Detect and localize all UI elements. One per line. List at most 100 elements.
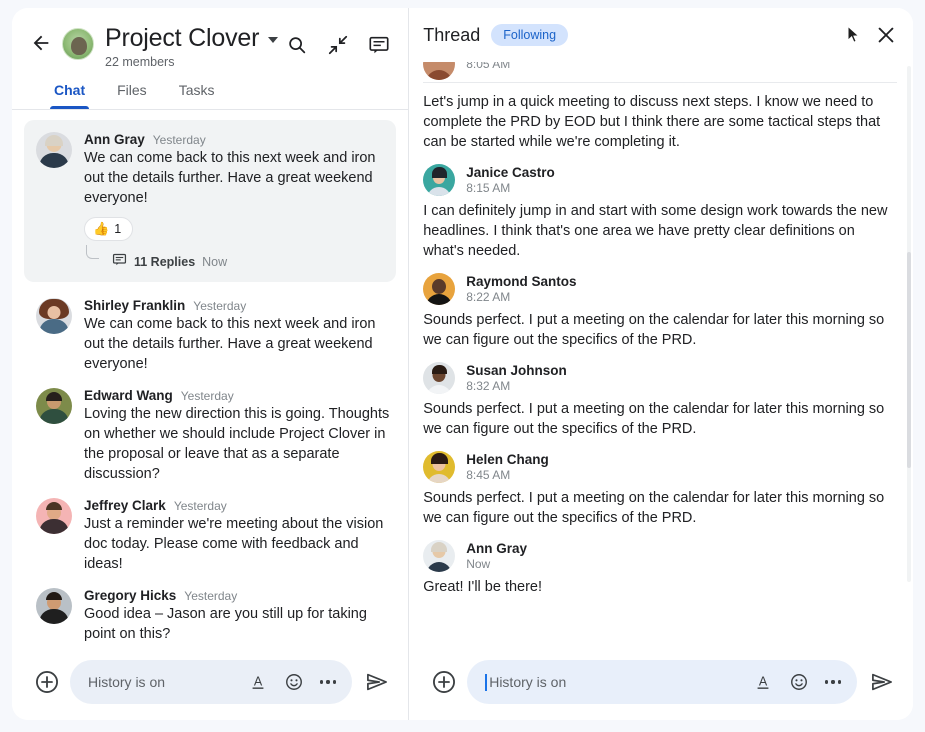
tab-chat[interactable]: Chat [38, 78, 101, 109]
thread-replies-link[interactable]: 11 Replies Now [86, 245, 382, 272]
more-options-icon[interactable] [824, 680, 841, 684]
message-author: Shirley Franklin [84, 298, 186, 313]
message-text: Loving the new direction this is going. … [84, 406, 390, 482]
thread-pane: Thread Following 8:05 AM Let's jump in a… [409, 8, 913, 720]
avatar [423, 362, 456, 394]
room-composer: History is on A [12, 648, 408, 720]
avatar [423, 273, 456, 305]
message-timestamp: Yesterday [152, 133, 206, 147]
message-card-highlighted[interactable]: Ann Gray Yesterday We can come back to t… [24, 120, 397, 282]
scrollbar-thumb[interactable] [907, 251, 911, 469]
thread-message[interactable]: Helen Chang 8:45 AM Sounds perfect. I pu… [423, 442, 897, 531]
tab-tasks[interactable]: Tasks [163, 78, 231, 109]
message-author: Edward Wang [84, 388, 173, 403]
thread-connector-icon [86, 245, 99, 259]
following-badge[interactable]: Following [491, 24, 569, 46]
thumbs-up-icon: 👍 [93, 221, 110, 236]
message-input[interactable]: History is on A [70, 660, 353, 704]
replies-timestamp: Now [202, 255, 228, 269]
thread-message[interactable]: Raymond Santos 8:22 AM Sounds perfect. I… [423, 264, 897, 353]
avatar [423, 164, 456, 196]
message-text: Good idea – Jason are you still up for t… [84, 606, 367, 642]
search-icon[interactable] [286, 34, 308, 56]
message-row[interactable]: Jeffrey Clark Yesterday Just a reminder … [12, 488, 408, 578]
replies-count: 11 Replies [134, 255, 196, 269]
tab-files[interactable]: Files [101, 78, 163, 109]
plus-circle-icon[interactable] [431, 669, 457, 695]
message-row[interactable]: Edward Wang Yesterday Loving the new dir… [12, 378, 408, 488]
avatar [36, 388, 72, 424]
thread-message-timestamp: 8:22 AM [466, 289, 511, 304]
more-options-icon[interactable] [320, 680, 337, 684]
message-text: We can come back to this next week and i… [84, 150, 376, 206]
emoji-icon[interactable] [284, 672, 304, 692]
avatar [36, 498, 72, 534]
thread-message-author: Ann Gray [466, 540, 527, 556]
message-body: Jeffrey Clark Yesterday Just a reminder … [84, 498, 394, 574]
message-author: Ann Gray [84, 132, 145, 147]
avatar [36, 132, 72, 168]
thread-message-text: Sounds perfect. I put a meeting on the c… [423, 490, 885, 526]
reaction-chip-thumbs-up[interactable]: 👍 1 [84, 217, 134, 241]
chevron-down-icon[interactable] [268, 37, 279, 43]
back-arrow-icon[interactable] [26, 28, 56, 58]
divider [423, 82, 897, 83]
collapse-icon[interactable] [327, 34, 349, 56]
header-actions [278, 22, 394, 56]
room-header: Project Clover 22 members Chat Files Tas… [12, 8, 408, 109]
message-body: Shirley Franklin Yesterday We can come b… [84, 298, 394, 374]
close-icon[interactable] [875, 24, 897, 46]
thread-composer: History is on A [409, 648, 913, 720]
thread-message-text: Sounds perfect. I put a meeting on the c… [423, 312, 885, 348]
thread-message-text: Great! I'll be there! [423, 579, 543, 595]
reaction-row: 👍 1 [84, 217, 382, 241]
chat-icon[interactable] [368, 34, 390, 56]
mouse-pointer-icon [846, 25, 862, 45]
thread-message[interactable]: Susan Johnson 8:32 AM Sounds perfect. I … [423, 353, 897, 442]
message-timestamp: Yesterday [173, 499, 227, 513]
replies-icon [112, 252, 127, 272]
scrollbar-track[interactable] [907, 66, 911, 582]
thread-message-timestamp: 8:45 AM [466, 467, 511, 482]
room-title-wrap: Project Clover 22 members [105, 22, 279, 69]
room-avatar[interactable] [62, 28, 94, 60]
message-body: Ann Gray Yesterday We can come back to t… [84, 132, 382, 272]
send-icon[interactable] [364, 669, 390, 695]
message-timestamp: Yesterday [184, 589, 238, 603]
thread-message-author: Janice Castro [466, 164, 555, 180]
message-text: We can come back to this next week and i… [84, 316, 376, 372]
room-pane: Project Clover 22 members Chat Files Tas… [12, 8, 410, 720]
avatar [36, 298, 72, 334]
message-author: Gregory Hicks [84, 588, 177, 603]
avatar [423, 540, 456, 572]
message-author: Jeffrey Clark [84, 498, 166, 513]
thread-message[interactable]: Janice Castro 8:15 AM I can definitely j… [423, 155, 897, 264]
message-input-placeholder: History is on [88, 674, 166, 690]
thread-message-input[interactable]: History is on A [467, 660, 857, 704]
thread-message[interactable]: Ann Gray Now Great! I'll be there! [423, 531, 897, 600]
thread-message-text: Let's jump in a quick meeting to discuss… [423, 94, 881, 150]
thread-message-input-placeholder: History is on [489, 674, 567, 690]
member-count: 22 members [105, 55, 175, 69]
thread-message-author: Raymond Santos [466, 273, 577, 289]
format-text-icon[interactable]: A [753, 672, 773, 692]
avatar [36, 588, 72, 624]
thread-message-text: I can definitely jump in and start with … [423, 203, 888, 259]
thread-header: Thread Following [409, 8, 913, 62]
svg-text:A: A [759, 674, 768, 688]
thread-message-clipped[interactable]: 8:05 AM Let's jump in a quick meeting to… [423, 48, 897, 155]
format-text-icon[interactable]: A [248, 672, 268, 692]
emoji-icon[interactable] [789, 672, 809, 692]
svg-text:A: A [254, 674, 263, 688]
room-tabs: Chat Files Tasks [26, 69, 394, 109]
chat-app-window: Project Clover 22 members Chat Files Tas… [12, 8, 913, 720]
reaction-count: 1 [114, 222, 122, 236]
thread-title: Thread [423, 24, 481, 45]
message-row[interactable]: Shirley Franklin Yesterday We can come b… [12, 288, 408, 378]
send-icon[interactable] [869, 669, 895, 695]
page-title: Project Clover [105, 24, 260, 52]
thread-message-list[interactable]: 8:05 AM Let's jump in a quick meeting to… [409, 8, 913, 648]
message-row[interactable]: Gregory Hicks Yesterday Good idea – Jaso… [12, 578, 408, 648]
message-body: Gregory Hicks Yesterday Good idea – Jaso… [84, 588, 394, 644]
plus-circle-icon[interactable] [34, 669, 60, 695]
